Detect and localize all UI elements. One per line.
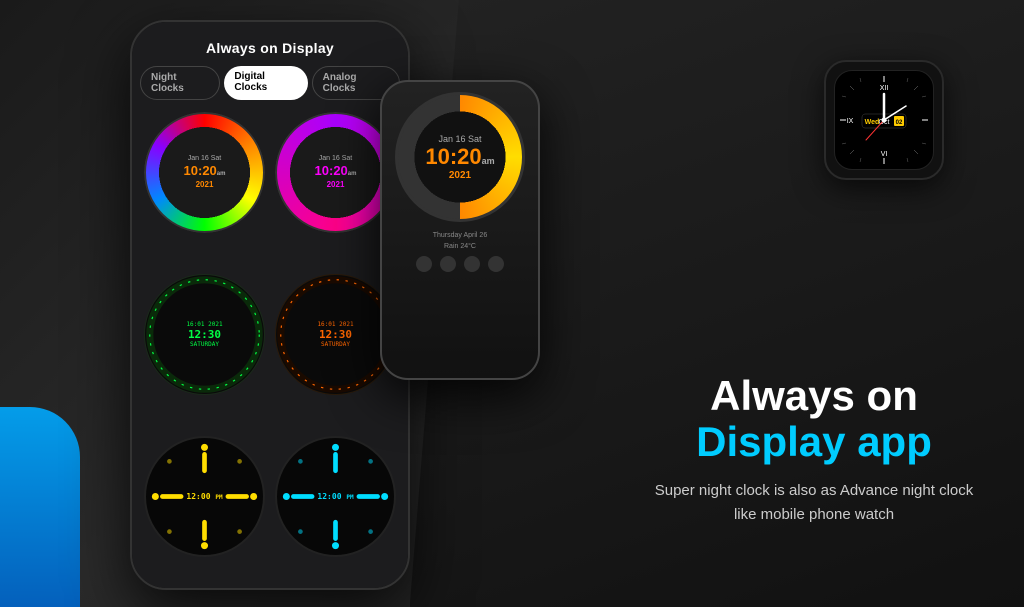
tab-digital-clocks[interactable]: Digital Clocks <box>224 66 307 100</box>
headline-container: Always on Display app <box>644 373 984 465</box>
digital-green-content: 16:01 2021 12:30 SATURDAY <box>186 321 222 348</box>
tabs-row: Night Clocks Digital Clocks Analog Clock… <box>140 66 400 100</box>
svg-text:IX: IX <box>847 118 854 125</box>
phone-large: Jan 16 Sat 10:20am 2021 Thursday April 2… <box>380 80 540 380</box>
subtitle-text: Super night clock is also as Advance nig… <box>644 479 984 527</box>
headline-line2: Display app <box>644 419 984 465</box>
watch-face: XII VI IX Wed Oct 02 <box>834 70 934 170</box>
digital-orange-time: 12:30 <box>317 328 353 341</box>
minimal-yellow-content: 12:00 PM <box>186 492 222 501</box>
clock-rainbow-time: 10:20am <box>184 163 226 180</box>
minimal-yellow-time: 12:00 PM <box>186 492 222 501</box>
clock-rainbow-date: Jan 16 Sat <box>184 154 226 163</box>
featured-clock-area: Jan 16 Sat 10:20am 2021 Thursday April 2… <box>382 82 538 280</box>
clock-purple-date: Jan 16 Sat <box>315 154 357 163</box>
minimal-cyan-content: 12:00 PM <box>317 492 353 501</box>
clock-rainbow-text: Jan 16 Sat 10:20am 2021 <box>184 154 226 190</box>
digital-green-time: 12:30 <box>186 328 222 341</box>
headline-line1: Always on <box>710 372 918 419</box>
clock-rainbow[interactable]: Jan 16 Sat 10:20am 2021 <box>144 112 265 233</box>
digital-green-date: 16:01 2021 <box>186 321 222 328</box>
background-blue-accent <box>0 407 80 607</box>
clock-purple-face: Jan 16 Sat 10:20am 2021 <box>275 112 396 233</box>
right-content: Always on Display app Super night clock … <box>644 373 984 527</box>
weather-icon-4 <box>488 256 504 272</box>
digital-orange-date: 16:01 2021 <box>317 321 353 328</box>
phone-mockup: Always on Display Night Clocks Digital C… <box>130 20 410 590</box>
phone-screen: Always on Display Night Clocks Digital C… <box>132 22 408 588</box>
clock-purple[interactable]: Jan 16 Sat 10:20am 2021 <box>275 112 396 233</box>
watch-icon: XII VI IX Wed Oct 02 <box>824 60 944 180</box>
svg-text:VI: VI <box>881 151 888 158</box>
featured-time: 10:20am <box>425 144 494 170</box>
clock-digital-orange[interactable]: 16:01 2021 12:30 SATURDAY <box>275 274 396 395</box>
weather-icon-2 <box>440 256 456 272</box>
clock-purple-year: 2021 <box>315 180 357 190</box>
clock-minimal-yellow[interactable]: 12:00 PM <box>144 436 265 557</box>
clock-purple-time: 10:20am <box>315 163 357 180</box>
clock-grid: Jan 16 Sat 10:20am 2021 Jan 16 Sat 10:20… <box>132 112 408 588</box>
digital-orange-content: 16:01 2021 12:30 SATURDAY <box>317 321 353 348</box>
featured-icons <box>416 256 504 272</box>
minimal-cyan-time: 12:00 PM <box>317 492 353 501</box>
phone-header-title: Always on Display <box>132 22 408 66</box>
clock-rainbow-year: 2021 <box>184 180 226 190</box>
featured-date: Jan 16 Sat <box>425 134 494 144</box>
weather-icon-3 <box>464 256 480 272</box>
clock-rainbow-face: Jan 16 Sat 10:20am 2021 <box>144 112 265 233</box>
featured-weather: Thursday April 26 Rain 24°C <box>408 222 512 280</box>
featured-year: 2021 <box>425 170 494 181</box>
svg-text:XII: XII <box>880 85 889 92</box>
featured-clock-face: Jan 16 Sat 10:20am 2021 <box>395 92 525 222</box>
svg-text:02: 02 <box>896 120 903 126</box>
clock-digital-green[interactable]: 16:01 2021 12:30 SATURDAY <box>144 274 265 395</box>
digital-green-day: SATURDAY <box>186 341 222 348</box>
featured-clock-inner: Jan 16 Sat 10:20am 2021 <box>425 134 494 181</box>
clock-minimal-cyan[interactable]: 12:00 PM <box>275 436 396 557</box>
clock-purple-text: Jan 16 Sat 10:20am 2021 <box>315 154 357 190</box>
watch-face-svg: XII VI IX Wed Oct 02 <box>836 72 932 168</box>
svg-text:Wed: Wed <box>865 119 880 126</box>
tab-night-clocks[interactable]: Night Clocks <box>140 66 220 100</box>
weather-icon-1 <box>416 256 432 272</box>
digital-orange-day: SATURDAY <box>317 341 353 348</box>
